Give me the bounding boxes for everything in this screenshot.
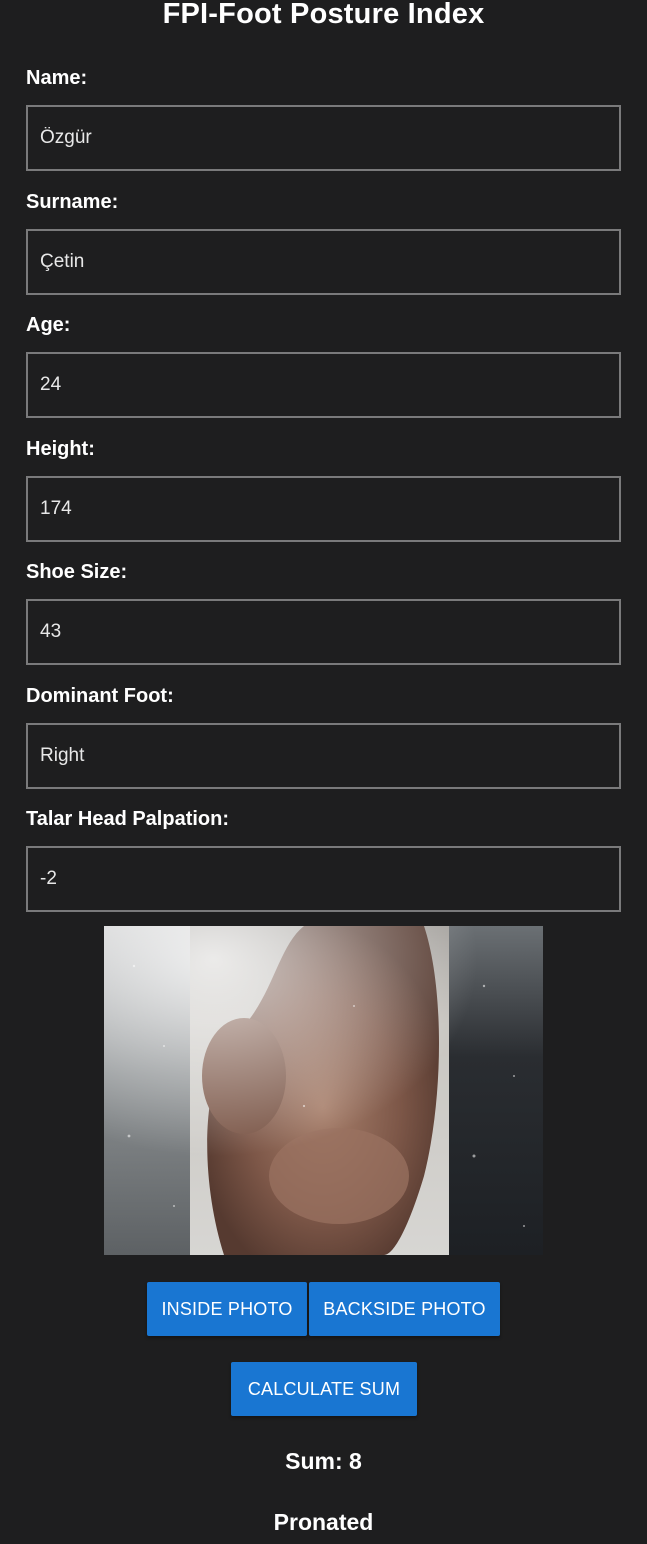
backside-photo-button[interactable]: BACKSIDE PHOTO	[309, 1282, 500, 1336]
height-input[interactable]	[26, 476, 621, 542]
posture-classification: Pronated	[273, 1509, 374, 1535]
dominant-foot-label: Dominant Foot:	[26, 685, 174, 707]
inside-photo-button[interactable]: INSIDE PHOTO	[147, 1282, 307, 1336]
shoe-size-input[interactable]	[26, 599, 621, 665]
height-label: Height:	[26, 438, 95, 460]
foot-photo	[104, 926, 543, 1255]
dominant-foot-input[interactable]	[26, 723, 621, 789]
surname-label: Surname:	[26, 191, 119, 213]
fpi-screen: FPI-Foot Posture Index Name: Surname: Ag…	[0, 0, 647, 1544]
sum-result: Sum: 8	[285, 1448, 362, 1474]
age-input[interactable]	[26, 352, 621, 418]
name-label: Name:	[26, 67, 88, 89]
age-label: Age:	[26, 314, 71, 336]
page-title: FPI-Foot Posture Index	[162, 0, 485, 30]
talar-head-palpation-label: Talar Head Palpation:	[26, 808, 230, 830]
shoe-size-label: Shoe Size:	[26, 561, 128, 583]
calculate-sum-button[interactable]: CALCULATE SUM	[231, 1362, 417, 1416]
talar-head-palpation-input[interactable]	[26, 846, 621, 912]
surname-input[interactable]	[26, 229, 621, 295]
name-input[interactable]	[26, 105, 621, 171]
